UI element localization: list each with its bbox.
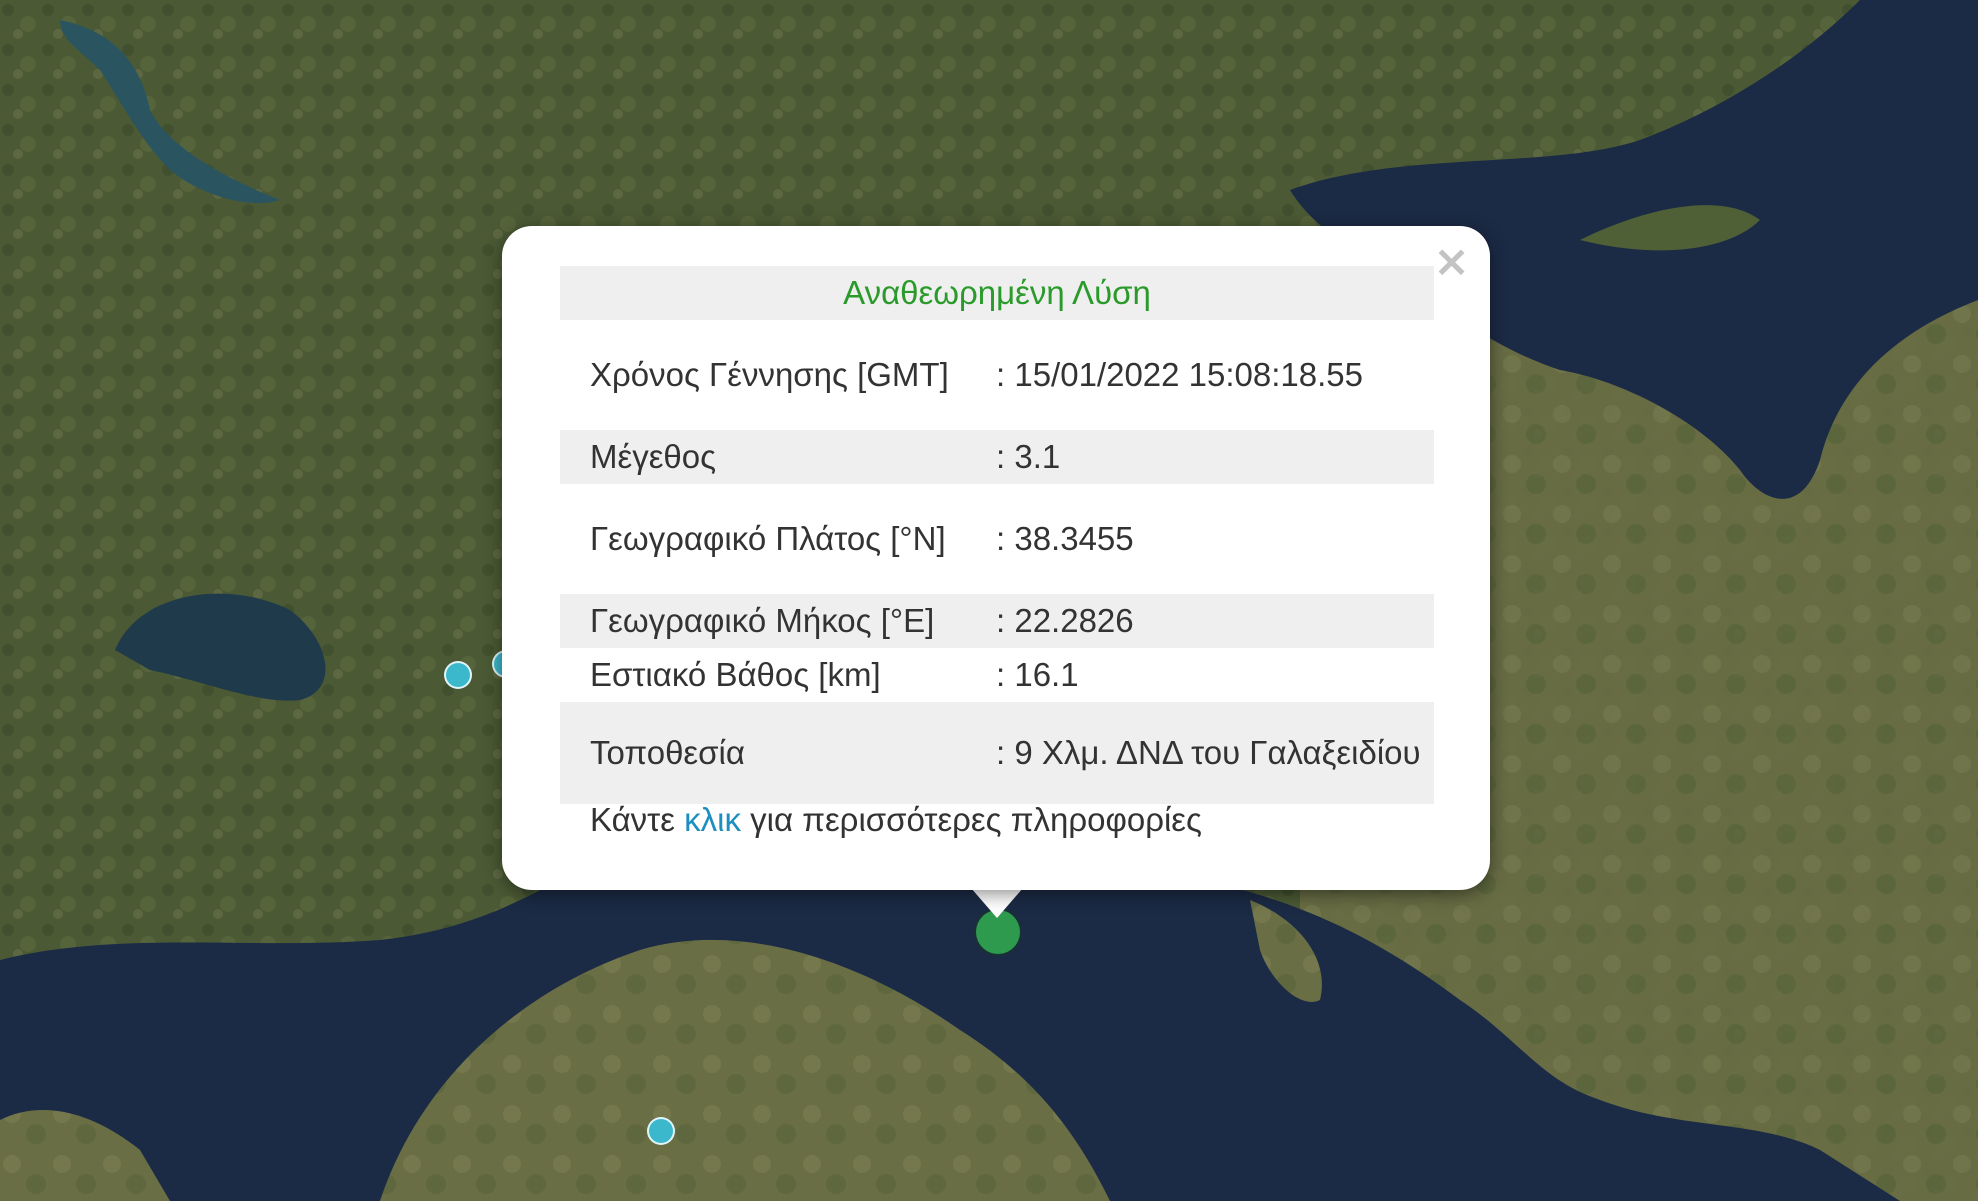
popup-title: Αναθεωρημένη Λύση [560, 266, 1434, 320]
earthquake-info-popup: × Αναθεωρημένη Λύση Χρόνος Γέννησης [GMT… [502, 226, 1490, 890]
longitude-label: Γεωγραφικό Μήκος [°E] [560, 594, 972, 648]
more-info-link[interactable]: κλικ [684, 801, 741, 838]
location-value: : 9 Χλμ. ΔΝΔ του Γαλαξειδίου [972, 702, 1434, 804]
origin-time-value: : 15/01/2022 15:08:18.55 [996, 356, 1363, 393]
table-row: Γεωγραφικό Μήκος [°E] : 22.2826 [560, 594, 1434, 648]
table-row: Τοποθεσία : 9 Χλμ. ΔΝΔ του Γαλαξειδίου [560, 702, 1434, 804]
table-row: Χρόνος Γέννησης [GMT] : 15/01/2022 15:08… [560, 320, 1434, 430]
magnitude-label: Μέγεθος [560, 430, 972, 484]
more-info-text: Κάντε κλικ για περισσότερες πληροφορίες [590, 797, 1202, 843]
latitude-label: Γεωγραφικό Πλάτος [°N] [590, 520, 946, 557]
earthquake-marker[interactable] [444, 661, 472, 689]
depth-label: Εστιακό Βάθος [km] [590, 656, 881, 693]
magnitude-value: : 3.1 [972, 430, 1434, 484]
location-label: Τοποθεσία [560, 702, 972, 804]
table-row: Γεωγραφικό Πλάτος [°N] : 38.3455 [560, 484, 1434, 594]
origin-time-label: Χρόνος Γέννησης [GMT] [590, 356, 949, 393]
longitude-value: : 22.2826 [972, 594, 1434, 648]
close-icon[interactable]: × [1433, 240, 1470, 284]
latitude-value: : 38.3455 [996, 520, 1134, 557]
table-row: Εστιακό Βάθος [km] : 16.1 [560, 648, 1434, 702]
table-row: Μέγεθος : 3.1 [560, 430, 1434, 484]
more-info-prefix: Κάντε [590, 801, 685, 838]
popup-tip [971, 888, 1023, 918]
depth-value: : 16.1 [996, 656, 1079, 693]
more-info-suffix: για περισσότερες πληροφορίες [740, 801, 1202, 838]
earthquake-details-table: Αναθεωρημένη Λύση Χρόνος Γέννησης [GMT] … [560, 266, 1434, 804]
earthquake-marker[interactable] [647, 1117, 675, 1145]
table-header-row: Αναθεωρημένη Λύση [560, 266, 1434, 320]
